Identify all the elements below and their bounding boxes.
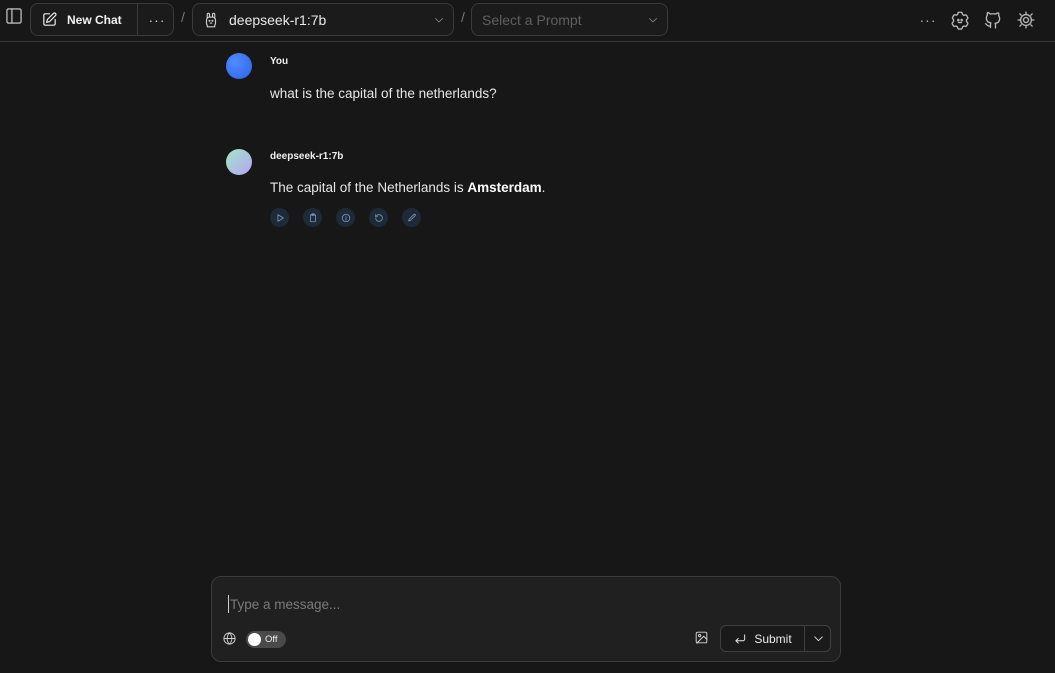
github-icon[interactable] — [980, 8, 1006, 32]
message-text-part: The capital of the Netherlands is — [270, 180, 468, 195]
new-chat-label: New Chat — [67, 12, 122, 27]
model-name: deepseek-r1:7b — [229, 11, 327, 28]
globe-icon[interactable] — [222, 631, 240, 649]
message-actions — [270, 208, 421, 227]
submit-group: Submit — [720, 625, 831, 652]
chevron-down-icon — [435, 18, 443, 23]
chat-options-button[interactable]: ··· — [139, 4, 175, 35]
message-bold-text: Amsterdam — [467, 180, 542, 195]
edit-icon[interactable] — [402, 208, 421, 227]
prompt-selector[interactable]: Select a Prompt — [471, 3, 668, 36]
edit-icon — [43, 12, 57, 26]
message-input[interactable] — [228, 595, 818, 613]
bot-settings-icon[interactable] — [947, 8, 973, 32]
submit-label: Submit — [754, 631, 792, 646]
prompt-placeholder: Select a Prompt — [482, 11, 582, 28]
sender-name: deepseek-r1:7b — [270, 151, 344, 162]
toggle-state-label: Off — [265, 634, 278, 645]
submit-options-button[interactable] — [806, 626, 831, 651]
new-chat-button[interactable]: New Chat — [31, 4, 138, 35]
web-search-toggle[interactable]: Off — [246, 631, 286, 648]
avatar — [226, 53, 252, 79]
new-chat-group: New Chat ··· — [30, 3, 174, 36]
sidebar-toggle-icon[interactable] — [2, 5, 26, 27]
play-icon[interactable] — [270, 208, 289, 227]
breadcrumb-separator: / — [461, 9, 465, 25]
more-options-button[interactable]: ··· — [915, 8, 941, 32]
llama-icon — [205, 12, 217, 27]
gear-icon[interactable] — [1013, 8, 1039, 32]
sender-name: You — [270, 56, 289, 67]
regenerate-icon[interactable] — [369, 208, 388, 227]
image-upload-icon[interactable] — [694, 630, 712, 648]
top-bar: New Chat ··· / deepseek-r1:7b / Select a… — [0, 0, 1055, 42]
message-composer: Off Submit — [211, 576, 841, 662]
model-selector[interactable]: deepseek-r1:7b — [192, 3, 454, 36]
toggle-knob — [248, 633, 261, 646]
chevron-down-icon — [814, 636, 823, 642]
chevron-down-icon — [649, 18, 657, 23]
submit-button[interactable]: Submit — [721, 626, 805, 651]
message-text: The capital of the Netherlands is Amster… — [270, 180, 545, 195]
clipboard-icon[interactable] — [303, 208, 322, 227]
breadcrumb-separator: / — [181, 9, 185, 25]
info-icon[interactable] — [336, 208, 355, 227]
message-text: what is the capital of the netherlands? — [270, 86, 497, 101]
message-text-part: . — [541, 180, 546, 195]
enter-icon — [735, 633, 746, 644]
avatar — [226, 149, 252, 175]
